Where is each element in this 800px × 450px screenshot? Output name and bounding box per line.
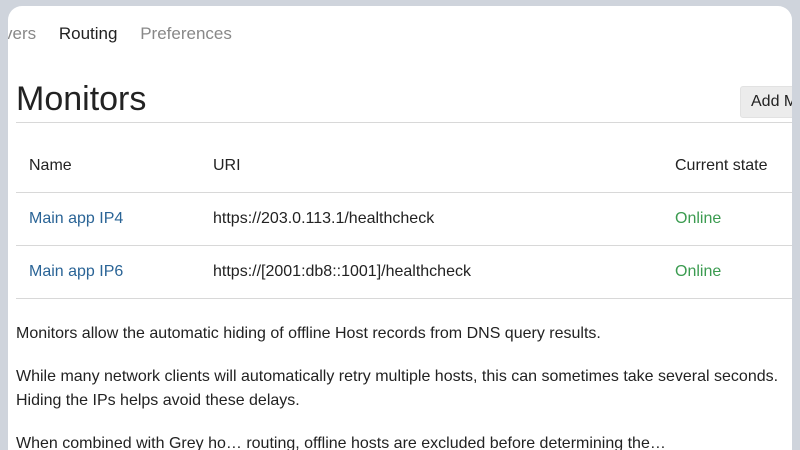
page-title: Monitors <box>16 80 147 118</box>
title-divider <box>16 122 792 123</box>
monitor-name-link[interactable]: Main app IP6 <box>29 263 123 280</box>
monitor-state-badge: Online <box>675 245 792 299</box>
tab-preferences[interactable]: Preferences <box>140 24 232 44</box>
monitor-name-cell: Main app IP6 <box>16 245 213 299</box>
description-paragraph: Monitors allow the automatic hiding of o… <box>16 325 601 342</box>
monitor-name-cell: Main app IP4 <box>16 192 213 246</box>
monitor-name-link[interactable]: Main app IP4 <box>29 210 123 227</box>
table-row: Main app IP4 https://203.0.113.1/healthc… <box>16 192 792 246</box>
table-header-row: Name URI Current state <box>16 140 792 193</box>
monitors-table: Name URI Current state Main app IP4 http… <box>16 140 792 299</box>
description-paragraph: While many network clients will automati… <box>16 368 779 409</box>
app-window: vers Routing Preferences Monitors Add M … <box>8 6 792 450</box>
table-row: Main app IP6 https://[2001:db8::1001]/he… <box>16 245 792 299</box>
description-paragraph: When combined with Grey ho… routing, off… <box>16 435 666 450</box>
tab-routing[interactable]: Routing <box>59 24 118 44</box>
monitor-uri: https://[2001:db8::1001]/healthcheck <box>213 245 675 299</box>
settings-tabs: vers Routing Preferences <box>8 24 250 48</box>
monitor-state-badge: Online <box>675 192 792 246</box>
header-uri: URI <box>213 157 241 174</box>
header-name: Name <box>29 157 72 174</box>
add-monitor-button[interactable]: Add M <box>740 86 792 118</box>
monitor-uri: https://203.0.113.1/healthcheck <box>213 192 675 246</box>
tab-servers[interactable]: vers <box>8 24 36 44</box>
header-state: Current state <box>675 157 768 174</box>
